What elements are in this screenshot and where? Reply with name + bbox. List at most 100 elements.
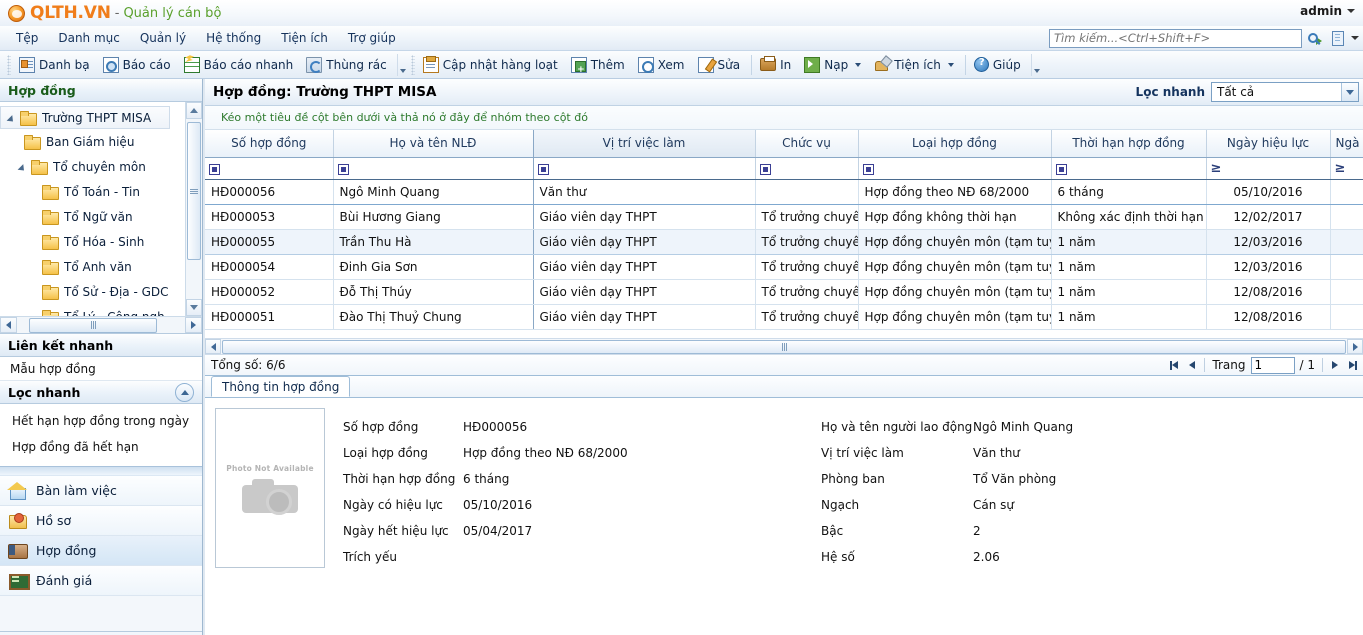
group-by-dropzone[interactable]: Kéo một tiêu đề cột bên dưới và thả nó ở… — [205, 106, 1363, 130]
toolbar-button-nap[interactable]: Nạp — [799, 54, 869, 76]
filter-cell-ngay-het-hieu-luc[interactable]: ≥ — [1330, 157, 1363, 179]
expand-collapse-icon[interactable] — [7, 112, 18, 123]
search-input[interactable] — [1049, 29, 1302, 48]
toolbar-button-them[interactable]: Thêm — [566, 54, 633, 76]
expand-collapse-icon[interactable] — [18, 161, 29, 172]
sidebar-item-hop-dong[interactable]: Hợp đồng — [0, 536, 202, 566]
filter-box-icon[interactable] — [538, 164, 549, 175]
grid-horizontal-scrollbar[interactable] — [205, 338, 1363, 354]
sidebar-item-danh-gia[interactable]: Đánh giá — [0, 566, 202, 596]
filter-cell-ngay-hieu-luc[interactable]: ≥ — [1206, 157, 1330, 179]
column-header-ngay-hieu-luc[interactable]: Ngày hiệu lực — [1206, 130, 1330, 157]
filter-cell-ho-va-ten-nld[interactable] — [333, 157, 533, 179]
menu-item-tep[interactable]: Tệp — [6, 28, 48, 48]
filter-cell-so-hop-dong[interactable] — [205, 157, 333, 179]
filter-cell-thoi-han-hop-dong[interactable] — [1051, 157, 1206, 179]
toolbar-button-sua[interactable]: Sửa — [693, 54, 749, 76]
scroll-left-button[interactable] — [0, 317, 17, 333]
menu-item-he-thong[interactable]: Hệ thống — [196, 28, 271, 48]
quicklink-mau-hop-dong[interactable]: Mẫu hợp đồng — [0, 357, 202, 381]
tree-node-ban-giam-hieu[interactable]: Ban Giám hiệu — [0, 129, 202, 154]
filter-box-icon[interactable] — [760, 164, 771, 175]
previous-page-button[interactable] — [1184, 357, 1200, 374]
toolbar-overflow-2[interactable] — [1031, 54, 1042, 76]
quickfilter-het-han-trong-ngay[interactable]: Hết hạn hợp đồng trong ngày — [0, 408, 202, 434]
toolbar-button-xem[interactable]: Xem — [633, 54, 693, 76]
chevron-down-icon[interactable] — [1341, 83, 1358, 101]
table-row[interactable]: HĐ000053 Bùi Hương Giang Giáo viên dạy T… — [205, 204, 1363, 229]
toolbar-button-giup[interactable]: Giúp — [969, 54, 1029, 75]
menu-item-danh-muc[interactable]: Danh mục — [48, 28, 130, 48]
table-row[interactable]: HĐ000052 Đỗ Thị Thúy Giáo viên dạy THPT … — [205, 279, 1363, 304]
menu-item-quan-ly[interactable]: Quản lý — [130, 28, 196, 48]
collapse-section-button[interactable] — [175, 383, 194, 402]
tree-node-to-su-dia-gdcd[interactable]: Tổ Sử - Địa - GDC — [0, 279, 202, 304]
menu-item-tro-giup[interactable]: Trợ giúp — [338, 28, 406, 48]
first-page-button[interactable] — [1166, 357, 1182, 374]
column-header-loai-hop-dong[interactable]: Loại hợp đồng — [858, 130, 1051, 157]
toolbar-grip-1[interactable] — [7, 55, 11, 75]
toolbar-button-bao-cao-nhanh[interactable]: Báo cáo nhanh — [179, 54, 302, 76]
greater-equal-icon[interactable]: ≥ — [1335, 161, 1346, 176]
filter-box-icon[interactable] — [1056, 164, 1067, 175]
column-header-ho-va-ten-nld[interactable]: Họ và tên NLĐ — [333, 130, 533, 157]
tree-node-to-hoa-sinh[interactable]: Tổ Hóa - Sinh — [0, 229, 202, 254]
greater-equal-icon[interactable]: ≥ — [1211, 161, 1222, 176]
folder-icon — [42, 235, 58, 249]
tree-vertical-scrollbar[interactable] — [185, 102, 202, 316]
tree-node-to-chuyen-mon[interactable]: Tổ chuyên môn — [0, 154, 202, 179]
toolbar-button-cap-nhat-hang-loat[interactable]: Cập nhật hàng loạt — [418, 54, 566, 76]
column-header-so-hop-dong[interactable]: Số hợp đồng — [205, 130, 333, 157]
menu-item-tien-ich[interactable]: Tiện ích — [271, 28, 338, 48]
toolbar-button-tien-ich[interactable]: Tiện ích — [869, 54, 962, 76]
quick-filter-select[interactable]: Tất cả — [1211, 82, 1359, 102]
filter-cell-loai-hop-dong[interactable] — [858, 157, 1051, 179]
column-header-thoi-han-hop-dong[interactable]: Thời hạn hợp đồng — [1051, 130, 1206, 157]
scroll-right-button[interactable] — [1347, 339, 1363, 354]
column-header-ngay-het-hieu-luc[interactable]: Ngà — [1330, 130, 1363, 157]
chevron-down-icon[interactable] — [948, 63, 954, 67]
scroll-up-button[interactable] — [186, 102, 202, 119]
filter-box-icon[interactable] — [863, 164, 874, 175]
scroll-thumb-horizontal[interactable] — [222, 340, 1346, 354]
evaluation-icon — [8, 572, 28, 590]
column-header-vi-tri-viec-lam[interactable]: Vị trí việc làm — [533, 130, 755, 157]
tree-horizontal-scrollbar[interactable] — [0, 316, 202, 333]
tree-node-to-anh-van[interactable]: Tổ Anh văn — [0, 254, 202, 279]
advanced-search-button[interactable] — [1328, 28, 1348, 48]
tree-node-to-ngu-van[interactable]: Tổ Ngữ văn — [0, 204, 202, 229]
toolbar-button-bao-cao[interactable]: Báo cáo — [98, 54, 179, 76]
table-row[interactable]: HĐ000056 Ngô Minh Quang Văn thư Hợp đồng… — [205, 179, 1363, 204]
table-row[interactable]: HĐ000055 Trần Thu Hà Giáo viên dạy THPT … — [205, 229, 1363, 254]
table-row[interactable]: HĐ000051 Đào Thị Thuỷ Chung Giáo viên dạ… — [205, 304, 1363, 329]
scroll-right-button[interactable] — [185, 317, 202, 333]
tab-thong-tin-hop-dong[interactable]: Thông tin hợp đồng — [211, 376, 350, 397]
last-page-button[interactable] — [1345, 357, 1361, 374]
column-header-chuc-vu[interactable]: Chức vụ — [755, 130, 858, 157]
toolbar-overflow-1[interactable] — [397, 54, 408, 76]
filter-box-icon[interactable] — [338, 164, 349, 175]
filter-cell-vi-tri-viec-lam[interactable] — [533, 157, 755, 179]
search-go-button[interactable] — [1305, 28, 1325, 48]
toolbar-button-in[interactable]: In — [755, 55, 799, 75]
next-page-button[interactable] — [1327, 357, 1343, 374]
user-menu[interactable]: admin — [1300, 4, 1355, 18]
tree-node-truong-thpt-misa[interactable]: Trường THPT MISA — [0, 106, 170, 129]
tree-node-to-toan-tin[interactable]: Tổ Toán - Tin — [0, 179, 202, 204]
chevron-down-icon[interactable] — [855, 63, 861, 67]
filter-cell-chuc-vu[interactable] — [755, 157, 858, 179]
toolbar-button-thung-rac[interactable]: Thùng rác — [301, 54, 394, 76]
page-number-input[interactable] — [1251, 357, 1295, 374]
sidebar-item-ban-lam-viec[interactable]: Bàn làm việc — [0, 476, 202, 506]
search-options-chevron-down-icon[interactable] — [1351, 36, 1359, 40]
scroll-left-button[interactable] — [205, 339, 221, 354]
table-row[interactable]: HĐ000054 Đinh Gia Sơn Giáo viên dạy THPT… — [205, 254, 1363, 279]
scroll-down-button[interactable] — [186, 299, 202, 316]
toolbar-grip-2[interactable] — [411, 55, 415, 75]
sidebar-item-ho-so[interactable]: Hồ sơ — [0, 506, 202, 536]
scroll-thumb-horizontal[interactable] — [29, 318, 157, 333]
quickfilter-hop-dong-da-het-han[interactable]: Hợp đồng đã hết hạn — [0, 434, 202, 460]
scroll-thumb-vertical[interactable] — [187, 122, 201, 260]
filter-box-icon[interactable] — [209, 164, 220, 175]
toolbar-button-danh-ba[interactable]: Danh bạ — [14, 54, 98, 76]
